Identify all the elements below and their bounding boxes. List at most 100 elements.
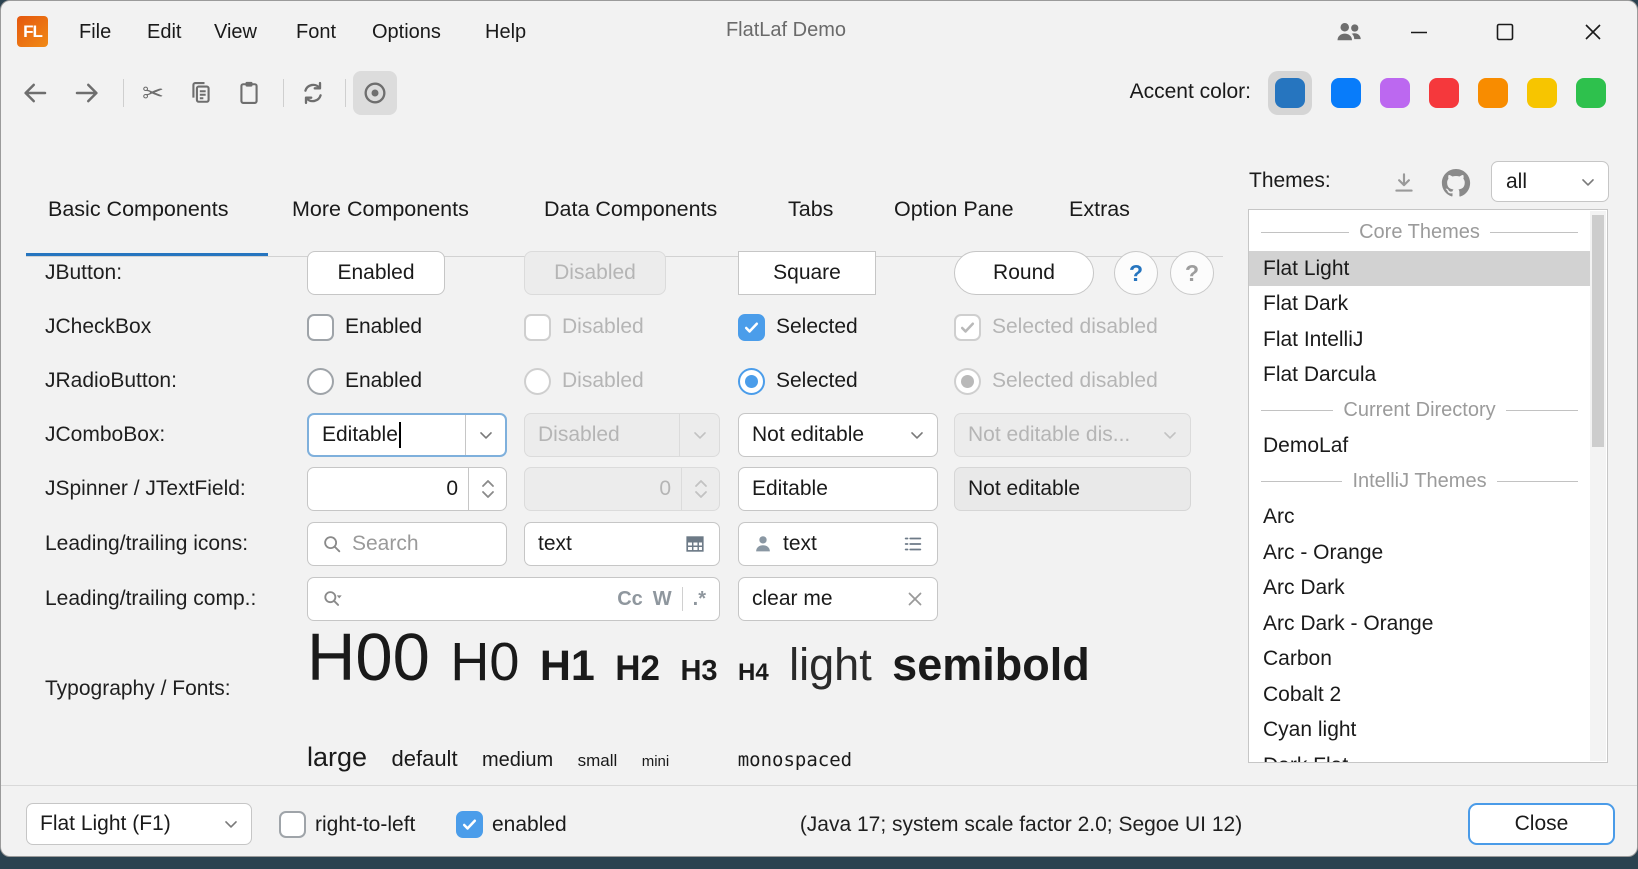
text-field-with-table-icon[interactable]: text [524,522,720,566]
menu-file[interactable]: File [79,18,111,46]
spinner-buttons[interactable] [468,468,506,510]
users-button[interactable] [1329,13,1369,51]
radio-label: Enabled [345,369,422,393]
toolbar-separator [123,79,124,107]
accent-color-swatch[interactable] [1380,78,1410,108]
copy-button[interactable] [179,71,223,115]
help-button[interactable]: ? [1114,251,1158,295]
menu-font[interactable]: Font [296,18,336,46]
font-size-small-sample: small [578,751,618,770]
checkbox-enabled[interactable] [307,314,334,341]
accent-color-swatch[interactable] [1527,78,1557,108]
paste-button[interactable] [227,71,271,115]
menu-edit[interactable]: Edit [147,18,181,46]
search-field[interactable]: Search [307,522,507,566]
theme-item[interactable]: Flat Dark [1249,286,1590,322]
theme-item[interactable]: Flat Darcula [1249,357,1590,393]
checkbox-label: Disabled [562,315,644,339]
spinner-disabled: 0 [524,467,720,511]
menu-help[interactable]: Help [485,18,526,46]
tab-basic-components[interactable]: Basic Components [48,197,228,222]
accent-color-swatch[interactable] [1478,78,1508,108]
minimize-button[interactable] [1399,13,1439,51]
textfield-editable[interactable]: Editable [738,467,938,511]
theme-item[interactable]: Carbon [1249,641,1590,677]
radio-selected[interactable] [738,368,765,395]
font-weight-light-sample: light [789,639,872,690]
themes-scrollbar-thumb[interactable] [1592,215,1604,447]
laf-selector-value: Flat Light (F1) [40,812,171,836]
accent-color-swatch[interactable] [1275,78,1305,108]
theme-item[interactable]: Cobalt 2 [1249,677,1590,713]
font-size-medium-sample: medium [482,749,553,771]
search-placeholder: Search [352,532,419,556]
close-button[interactable]: Close [1468,803,1615,845]
cut-button[interactable]: ✂ [131,71,175,115]
theme-item[interactable]: Arc - Orange [1249,535,1590,571]
help-button-secondary[interactable]: ? [1170,251,1214,295]
theme-item[interactable]: Arc Dark [1249,570,1590,606]
combobox-arrow-button[interactable] [1568,172,1608,192]
theme-item[interactable]: Flat Light [1249,251,1590,287]
checkbox-label: Selected [776,315,858,339]
combobox-editable[interactable]: Editable [307,413,507,457]
accent-color-swatch[interactable] [1576,78,1606,108]
square-button[interactable]: Square [738,251,876,295]
chevron-down-icon [1578,172,1598,192]
theme-group-separator: Core Themes [1249,215,1590,251]
accent-color-swatch[interactable] [1331,78,1361,108]
tab-more-components[interactable]: More Components [292,197,469,222]
theme-item[interactable]: Cyan light [1249,712,1590,748]
combobox-not-editable[interactable]: Not editable [738,413,938,457]
combobox-arrow-button[interactable] [211,804,251,844]
accent-color-label: Accent color: [1031,80,1251,104]
tab-extras[interactable]: Extras [1069,197,1130,222]
text-field-value: text [538,532,572,556]
radio-selected-disabled [954,368,981,395]
tab-tabs[interactable]: Tabs [788,197,833,222]
theme-item[interactable]: Arc Dark - Orange [1249,606,1590,642]
combobox-not-editable-disabled: Not editable dis... [954,413,1191,457]
refresh-button[interactable] [291,71,335,115]
checkbox-selected[interactable] [738,314,765,341]
radio-enabled[interactable] [307,368,334,395]
accent-color-swatch[interactable] [1429,78,1459,108]
laf-selector-combobox[interactable]: Flat Light (F1) [26,803,252,845]
combobox-arrow-button [1150,414,1190,456]
spinner[interactable]: 0 [307,467,507,511]
github-link-button[interactable] [1438,165,1474,201]
font-size-samples: large default medium small mini monospac… [307,732,872,787]
right-to-left-checkbox[interactable] [279,811,306,838]
forward-button[interactable] [65,71,109,115]
theme-item[interactable]: DemoLaf [1249,428,1590,464]
combobox-arrow-button[interactable] [897,414,937,456]
text-field-with-user-icon[interactable]: text [738,522,938,566]
eye-target-icon [361,79,389,107]
enabled-checkbox[interactable] [456,811,483,838]
tab-option-pane[interactable]: Option Pane [894,197,1014,222]
show-hidden-toggle-button[interactable] [353,71,397,115]
enabled-button[interactable]: Enabled [307,251,445,295]
text-field-value: text [783,532,817,556]
theme-item[interactable]: Arc [1249,499,1590,535]
heading-h2: H2 [615,649,660,688]
download-themes-button[interactable] [1386,165,1422,201]
round-button[interactable]: Round [954,251,1094,295]
menu-view[interactable]: View [214,18,257,46]
close-icon [1581,20,1605,44]
chevron-down-icon [1160,425,1180,445]
theme-item[interactable]: Dark Flat [1249,748,1590,764]
checkbox-selected-disabled [954,314,981,341]
checkbox-label: Selected disabled [992,315,1158,339]
maximize-button[interactable] [1485,13,1525,51]
menu-options[interactable]: Options [372,18,441,46]
theme-item[interactable]: Flat IntelliJ [1249,322,1590,358]
combobox-arrow-button[interactable] [465,415,505,455]
themes-filter-combobox[interactable]: all [1491,161,1609,202]
tab-data-components[interactable]: Data Components [544,197,717,222]
back-button[interactable] [13,71,57,115]
accent-color-selected-indicator [1268,71,1312,115]
close-window-button[interactable] [1573,13,1613,51]
laf-selector-field[interactable]: Flat Light (F1) [26,803,252,845]
themes-scrollbar[interactable] [1590,211,1606,761]
